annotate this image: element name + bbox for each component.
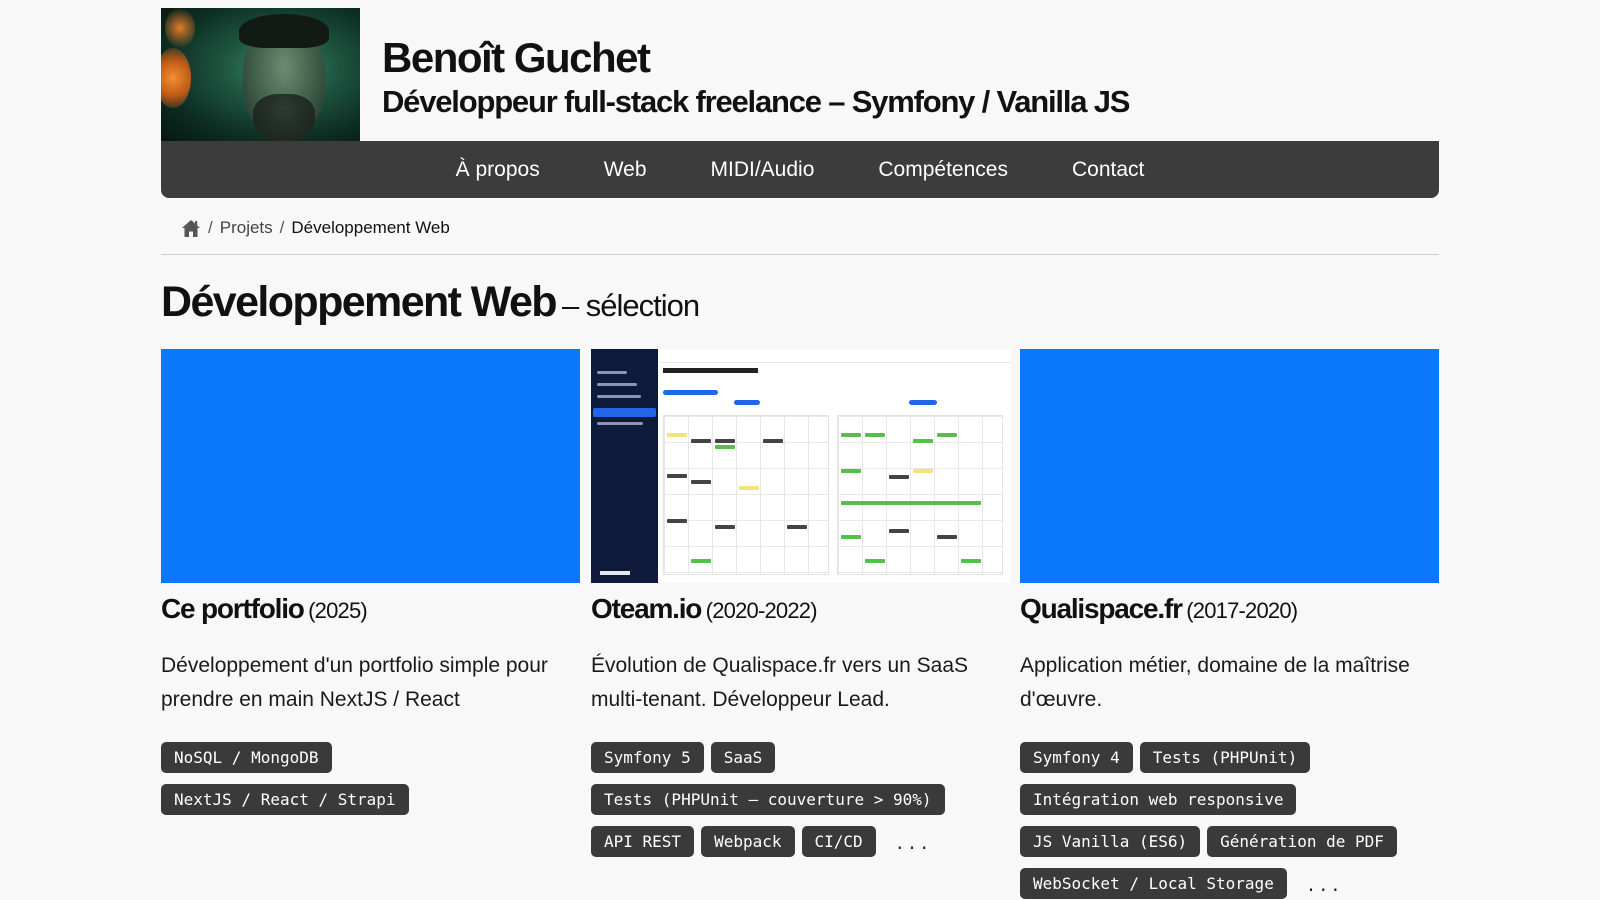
project-thumbnail[interactable] (591, 349, 1010, 583)
site-header: Benoît Guchet Développeur full-stack fre… (161, 8, 1439, 142)
tech-tag: Symfony 5 (591, 742, 704, 773)
more-tags-ellipsis: ... (894, 834, 932, 854)
tech-tag: NoSQL / MongoDB (161, 742, 332, 773)
avatar-light-glow (161, 48, 191, 108)
app-heading (663, 368, 758, 373)
more-tags-ellipsis: ... (1305, 876, 1343, 896)
nav-item-contact[interactable]: Contact (1072, 158, 1144, 182)
project-card[interactable]: Qualispace.fr (2017-2020) Application mé… (1020, 349, 1439, 899)
tech-tag: WebSocket / Local Storage (1020, 868, 1287, 899)
project-description: Développement d'un portfolio simple pour… (161, 654, 548, 711)
breadcrumb-current: Développement Web (291, 218, 450, 237)
project-title: Qualispace.fr (2017-2020) (1020, 593, 1298, 625)
nav-item-competences[interactable]: Compétences (878, 158, 1008, 182)
site-owner-name: Benoît Guchet (382, 34, 651, 81)
tech-tag: JS Vanilla (ES6) (1020, 826, 1201, 857)
main-nav: À propos Web MIDI/Audio Compétences Cont… (161, 141, 1439, 198)
breadcrumb: / Projets / Développement Web (181, 216, 450, 240)
avatar-beard (253, 94, 315, 142)
project-card[interactable]: Oteam.io (2020-2022) Évolution de Qualis… (591, 349, 1010, 857)
project-thumbnail[interactable] (1020, 349, 1439, 583)
site-subtitle: Développeur full-stack freelance – Symfo… (382, 84, 1130, 119)
breadcrumb-separator: / (279, 218, 285, 237)
tech-tag: Webpack (701, 826, 795, 857)
project-thumbnail[interactable] (161, 349, 580, 583)
tech-tag: Symfony 4 (1020, 742, 1133, 773)
project-tags: Symfony 5 SaaS Tests (PHPUnit – couvertu… (591, 742, 1010, 857)
app-sidebar (591, 349, 658, 583)
project-name: Oteam.io (591, 593, 702, 624)
project-description: Évolution de Qualispace.fr vers un SaaS … (591, 654, 969, 711)
project-description: Application métier, domaine de la maîtri… (1020, 654, 1410, 711)
tech-tag: CI/CD (801, 826, 876, 857)
project-name: Qualispace.fr (1020, 593, 1183, 624)
tech-tag: NextJS / React / Strapi (161, 784, 409, 815)
page-title-suffix: – sélection (561, 288, 700, 323)
tech-tag: API REST (591, 826, 695, 857)
avatar (161, 8, 360, 142)
project-years: (2017-2020) (1186, 598, 1298, 623)
tech-tag: Tests (PHPUnit) (1139, 742, 1311, 773)
project-card[interactable]: Ce portfolio (2025) Développement d'un p… (161, 349, 580, 815)
project-title: Oteam.io (2020-2022) (591, 593, 818, 625)
project-tags: NoSQL / MongoDB NextJS / React / Strapi (161, 742, 580, 815)
breadcrumb-link-projets[interactable]: Projets (220, 218, 273, 238)
project-title: Ce portfolio (2025) (161, 593, 368, 625)
avatar-light-glow (165, 8, 195, 48)
app-topbar (661, 349, 1010, 363)
app-screenshot (591, 349, 1010, 583)
project-tags: Symfony 4 Tests (PHPUnit) Intégration we… (1020, 742, 1439, 899)
nav-item-a-propos[interactable]: À propos (456, 158, 540, 182)
nav-item-web[interactable]: Web (604, 158, 647, 182)
tech-tag: Génération de PDF (1207, 826, 1397, 857)
project-years: (2020-2022) (705, 598, 818, 623)
project-name: Ce portfolio (161, 593, 305, 624)
page-title-main: Développement Web (161, 278, 558, 326)
avatar-hair (239, 14, 329, 48)
project-years: (2025) (308, 598, 368, 623)
tech-tag: SaaS (710, 742, 776, 773)
nav-item-midi-audio[interactable]: MIDI/Audio (711, 158, 815, 182)
page-title: Développement Web – sélection (161, 278, 700, 327)
divider (161, 254, 1439, 255)
tech-tag: Intégration web responsive (1020, 784, 1297, 815)
breadcrumb-separator: / (208, 218, 213, 237)
app-calendar-left (663, 415, 829, 575)
tech-tag: Tests (PHPUnit – couverture > 90%) (591, 784, 945, 815)
home-icon[interactable] (181, 219, 201, 238)
